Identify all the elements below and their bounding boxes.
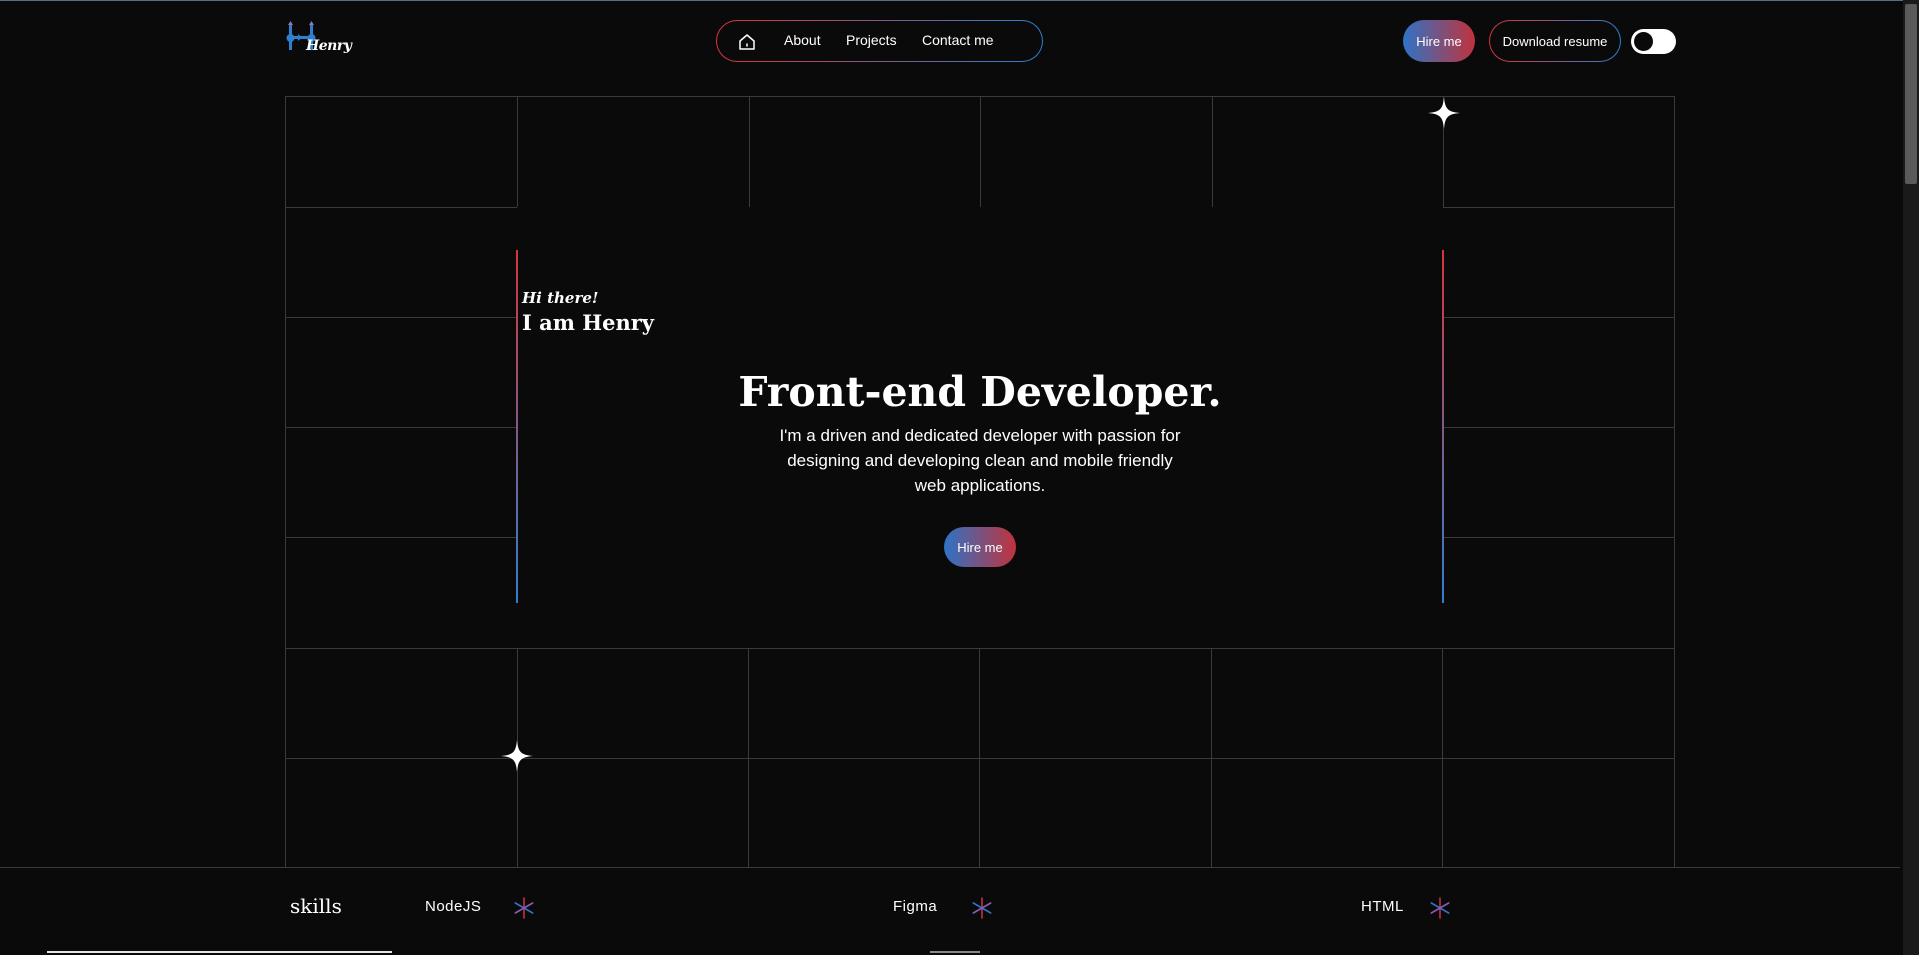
- nav-item-projects[interactable]: Projects: [846, 32, 897, 48]
- asterisk-icon: [1430, 897, 1450, 919]
- skill-figma: Figma: [893, 898, 938, 915]
- sparkle-icon: [501, 740, 533, 772]
- skills-divider: [0, 867, 1900, 868]
- hero-headline: Front-end Developer.: [738, 368, 1222, 416]
- accent-line-left: [516, 250, 518, 603]
- logo[interactable]: Henry: [284, 20, 352, 60]
- skill-html: HTML: [1361, 898, 1404, 915]
- hero-description: I'm a driven and dedicated developer wit…: [779, 426, 1181, 495]
- toggle-knob: [1634, 32, 1653, 51]
- accent-line-right: [1442, 250, 1444, 603]
- nav-item-about[interactable]: About: [784, 32, 821, 48]
- scrollbar-thumb[interactable]: [1905, 4, 1917, 184]
- intro-text: I am Henry: [522, 310, 655, 335]
- download-resume-button[interactable]: Download resume: [1489, 20, 1621, 62]
- hero-hire-me-button[interactable]: Hire me: [944, 527, 1016, 567]
- nav-item-contact[interactable]: Contact me: [922, 32, 994, 48]
- theme-toggle[interactable]: [1631, 29, 1676, 54]
- horizontal-scroll-indicator: [47, 951, 392, 953]
- asterisk-icon: [972, 897, 992, 919]
- skills-title: skills: [290, 894, 342, 918]
- skill-nodejs: NodeJS: [425, 898, 482, 915]
- asterisk-icon: [514, 897, 534, 919]
- sparkle-icon: [1428, 97, 1460, 129]
- main-nav: About Projects Contact me: [716, 20, 1043, 62]
- horizontal-scroll-indicator-2: [930, 951, 980, 953]
- greeting-text: Hi there!: [522, 289, 599, 307]
- home-icon[interactable]: [737, 32, 757, 52]
- hire-me-button[interactable]: Hire me: [1403, 20, 1475, 62]
- logo-text: Henry: [306, 38, 352, 54]
